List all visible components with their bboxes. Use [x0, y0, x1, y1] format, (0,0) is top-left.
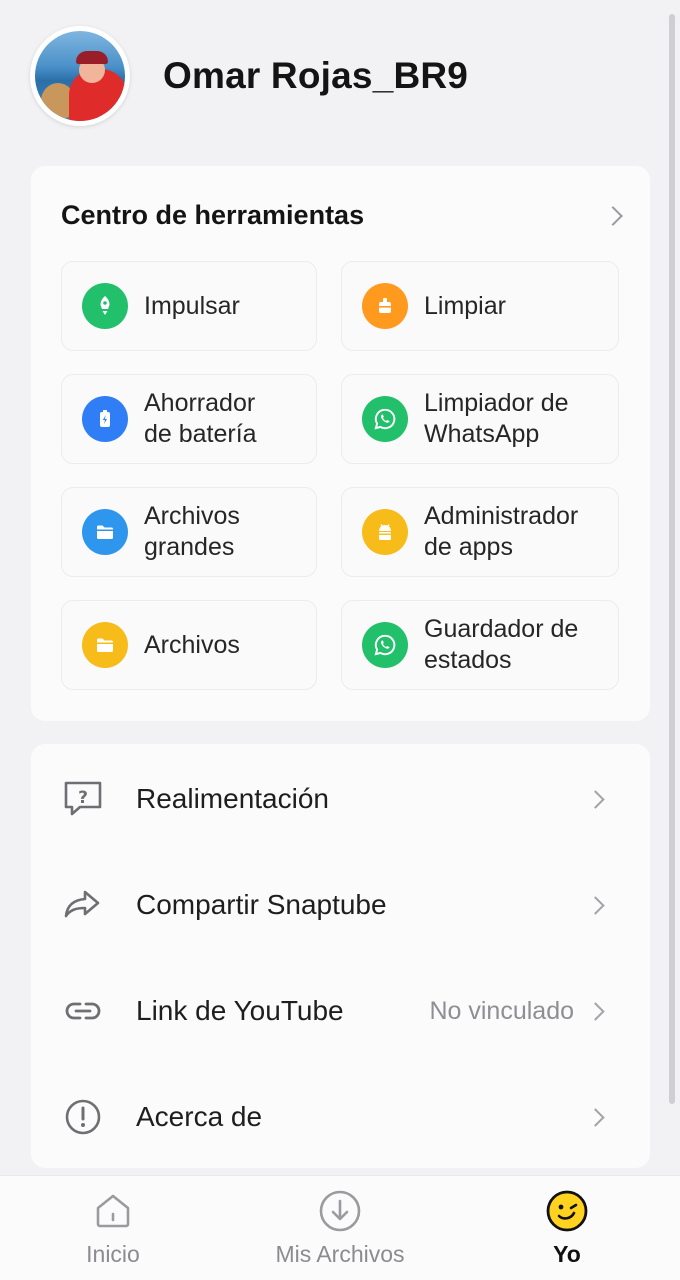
chevron-right-icon — [586, 1107, 605, 1127]
scrollbar[interactable] — [669, 14, 675, 1104]
tool-limpiar[interactable]: Limpiar — [341, 261, 619, 351]
share-icon — [62, 884, 104, 926]
nav-label: Inicio — [86, 1241, 140, 1267]
settings-row-youtube-link[interactable]: Link de YouTube No vinculado — [31, 958, 650, 1064]
chevron-right-icon — [586, 895, 605, 915]
feedback-icon: ? — [62, 778, 104, 820]
profile-header[interactable]: Omar Rojas_BR9 — [30, 26, 468, 126]
tool-label: Archivos grandes — [144, 502, 240, 561]
tool-label: Administrador de apps — [424, 502, 579, 561]
whatsapp-icon — [362, 396, 408, 442]
tools-center-card: Centro de herramientas Impulsar Limpiar … — [31, 166, 650, 721]
tool-impulsar[interactable]: Impulsar — [61, 261, 317, 351]
tool-app-manager[interactable]: Administrador de apps — [341, 487, 619, 577]
rocket-icon — [82, 283, 128, 329]
tool-battery-saver[interactable]: Ahorrador de batería — [61, 374, 317, 464]
info-icon — [62, 1096, 104, 1138]
tool-label: Limpiador de WhatsApp — [424, 389, 569, 448]
tool-label: Ahorrador de batería — [144, 389, 257, 448]
tool-large-files[interactable]: Archivos grandes — [61, 487, 317, 577]
settings-row-label: Realimentación — [136, 783, 329, 814]
battery-icon — [82, 396, 128, 442]
nav-label: Yo — [553, 1241, 581, 1267]
download-icon — [318, 1189, 362, 1233]
android-icon — [362, 509, 408, 555]
settings-card: ? Realimentación Compartir Snaptube Link… — [31, 744, 650, 1168]
tool-label: Limpiar — [424, 291, 506, 320]
whatsapp-icon — [362, 622, 408, 668]
settings-row-about[interactable]: Acerca de — [31, 1064, 650, 1170]
link-icon — [62, 990, 104, 1032]
avatar-photo — [35, 31, 125, 121]
broom-icon — [362, 283, 408, 329]
smiley-icon — [545, 1189, 589, 1233]
profile-name[interactable]: Omar Rojas_BR9 — [163, 55, 468, 97]
me-page: Omar Rojas_BR9 Centro de herramientas Im… — [0, 0, 680, 1280]
nav-label: Mis Archivos — [275, 1241, 405, 1267]
bottom-nav: Inicio Mis Archivos Yo — [0, 1175, 680, 1280]
nav-tab-me[interactable]: Yo — [517, 1176, 617, 1280]
youtube-link-status: No vinculado — [429, 996, 574, 1025]
tool-files[interactable]: Archivos — [61, 600, 317, 690]
tools-center-header[interactable]: Centro de herramientas — [61, 200, 623, 231]
settings-row-label: Compartir Snaptube — [136, 889, 387, 920]
home-icon — [91, 1189, 135, 1233]
settings-row-share[interactable]: Compartir Snaptube — [31, 852, 650, 958]
tool-label: Guardador de estados — [424, 615, 579, 674]
avatar[interactable] — [30, 26, 130, 126]
settings-row-label: Link de YouTube — [136, 995, 344, 1026]
svg-text:?: ? — [78, 788, 88, 808]
settings-row-feedback[interactable]: ? Realimentación — [31, 746, 650, 852]
settings-row-label: Acerca de — [136, 1101, 263, 1132]
folder-icon — [82, 622, 128, 668]
tool-whatsapp-cleaner[interactable]: Limpiador de WhatsApp — [341, 374, 619, 464]
chevron-right-icon — [586, 789, 605, 809]
tool-label: Impulsar — [144, 291, 240, 320]
chevron-right-icon — [603, 205, 623, 226]
nav-tab-my-files[interactable]: Mis Archivos — [255, 1176, 425, 1280]
tool-status-saver[interactable]: Guardador de estados — [341, 600, 619, 690]
tool-label: Archivos — [144, 630, 240, 659]
tools-center-title: Centro de herramientas — [61, 200, 365, 230]
folder-icon — [82, 509, 128, 555]
chevron-right-icon — [586, 1001, 605, 1021]
nav-tab-home[interactable]: Inicio — [53, 1176, 173, 1280]
